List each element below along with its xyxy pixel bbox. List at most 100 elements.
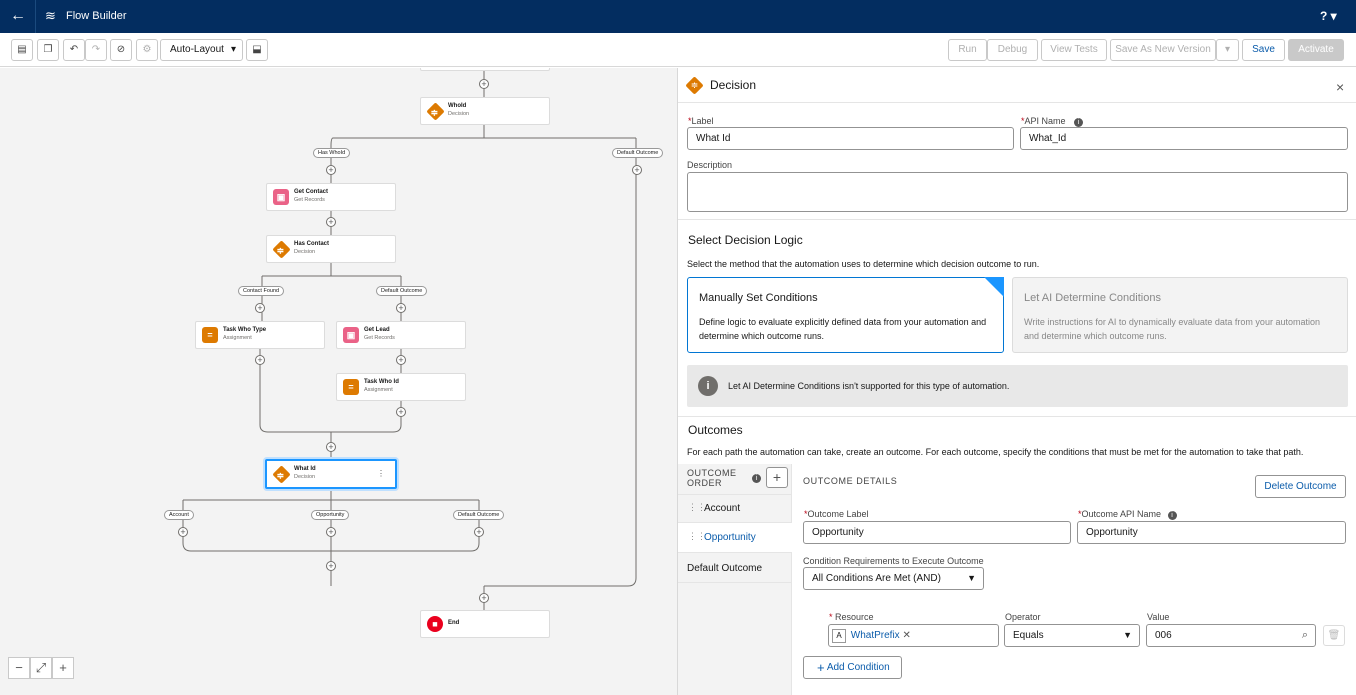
branch-label: Opportunity — [311, 510, 350, 520]
add-element-button[interactable]: + — [326, 165, 336, 175]
value-input[interactable]: 006 ⌕ — [1146, 624, 1316, 647]
outcome-order-list: OUTCOME ORDER i + ⋮⋮ Account ⋮⋮ Opportun… — [678, 464, 792, 695]
add-element-button[interactable]: + — [632, 165, 642, 175]
lock-button[interactable]: ⬓ — [246, 39, 268, 61]
copy-button[interactable]: ❐ — [37, 39, 59, 61]
node-name: What Id — [294, 466, 316, 472]
delete-condition-button[interactable]: 🗑 — [1323, 625, 1345, 646]
info-icon: i — [752, 474, 761, 483]
save-as-new-version-button[interactable]: Save As New Version — [1110, 39, 1216, 61]
zoom-out-button[interactable]: − — [8, 657, 30, 679]
flow-node-selected[interactable]: ≑ What Id Decision ⋮ — [265, 459, 397, 489]
copy-icon: ❐ — [43, 44, 53, 55]
add-element-button[interactable]: + — [396, 303, 406, 313]
flow-node[interactable]: = Task Who Id Assignment — [336, 373, 466, 401]
fit-view-button[interactable]: ⤢ — [30, 657, 52, 679]
flow-node-end[interactable]: ■ End — [420, 610, 550, 638]
minus-icon: − — [15, 660, 23, 675]
add-element-button[interactable]: + — [479, 593, 489, 603]
flow-node[interactable]: ▣ Get Lead Get Records — [336, 321, 466, 349]
outcomes-description: For each path the automation can take, c… — [687, 447, 1304, 457]
outcome-item-label: Account — [704, 503, 741, 514]
add-element-button[interactable]: + — [396, 407, 406, 417]
add-element-button[interactable]: + — [255, 355, 265, 365]
add-element-button[interactable]: + — [326, 561, 336, 571]
outcome-api-name-input[interactable]: Opportunity — [1077, 521, 1346, 544]
zoom-in-button[interactable]: + — [52, 657, 74, 679]
value-text: 006 — [1155, 630, 1172, 641]
add-element-button[interactable]: + — [178, 527, 188, 537]
node-type: Get Records — [364, 335, 395, 341]
description-textarea[interactable] — [687, 172, 1348, 212]
outcome-label-input[interactable]: Opportunity — [803, 521, 1071, 544]
assignment-icon: = — [202, 327, 218, 343]
close-icon[interactable]: × — [1336, 79, 1344, 95]
add-element-button[interactable]: + — [326, 527, 336, 537]
ai-notice-banner: i Let AI Determine Conditions isn't supp… — [687, 365, 1348, 407]
lock-icon: ⬓ — [252, 44, 262, 55]
add-outcome-button[interactable]: + — [766, 467, 788, 488]
ai-card-title: Let AI Determine Conditions — [1024, 292, 1161, 304]
save-button[interactable]: Save — [1242, 39, 1285, 61]
add-element-button[interactable]: + — [326, 442, 336, 452]
flow-node[interactable]: = Task Who Type Assignment — [195, 321, 325, 349]
delete-outcome-button[interactable]: Delete Outcome — [1255, 475, 1346, 498]
undo-button[interactable]: ↶ — [63, 39, 85, 61]
node-type: Assignment — [364, 387, 393, 393]
operator-label: Operator — [1005, 612, 1041, 622]
more-actions-icon[interactable]: ⋮ — [377, 469, 385, 478]
add-element-button[interactable]: + — [326, 217, 336, 227]
flow-node[interactable]: ≑ Has Contact Decision — [266, 235, 396, 263]
back-arrow-icon[interactable]: ← — [8, 6, 28, 26]
help-menu-button[interactable]: ? ▾ — [1320, 9, 1337, 23]
ai-card-description: Write instructions for AI to dynamically… — [1024, 317, 1320, 341]
layout-select-value: Auto-Layout — [170, 44, 224, 55]
toggle-toolbox-button[interactable]: ▤ — [11, 39, 33, 61]
node-type: Decision — [294, 249, 316, 255]
node-name: Task Who Type — [223, 327, 267, 333]
node-name: Get Lead — [364, 327, 390, 333]
layout-select[interactable]: Auto-Layout ▾ — [160, 39, 243, 61]
manual-card-description: Define logic to evaluate explicitly defi… — [699, 317, 987, 341]
debug-button[interactable]: Debug — [987, 39, 1038, 61]
flow-node[interactable]: ▣ Get Contact Get Records — [266, 183, 396, 211]
add-condition-button[interactable]: + Add Condition — [803, 656, 902, 679]
outcome-order-heading: OUTCOME ORDER — [687, 468, 737, 488]
outcome-item-default[interactable]: Default Outcome — [678, 553, 792, 583]
decision-icon: ≑ — [272, 465, 291, 484]
add-element-button[interactable]: + — [255, 303, 265, 313]
chevron-down-icon: ▾ — [1224, 44, 1231, 55]
branch-label: Default Outcome — [376, 286, 428, 296]
node-type: Assignment — [223, 335, 252, 341]
sidebar-icon: ▤ — [17, 44, 27, 55]
manual-conditions-card[interactable]: Manually Set Conditions Define logic to … — [687, 277, 1004, 353]
outcome-item-opportunity[interactable]: ⋮⋮ Opportunity — [678, 523, 792, 553]
add-element-button[interactable]: + — [479, 79, 489, 89]
api-name-input[interactable]: What_Id — [1020, 127, 1348, 150]
run-button[interactable]: Run — [948, 39, 987, 61]
redo-button[interactable]: ↷ — [85, 39, 107, 61]
label-input[interactable]: What Id — [687, 127, 1014, 150]
view-tests-button[interactable]: View Tests — [1041, 39, 1107, 61]
end-icon: ■ — [427, 616, 443, 632]
flow-node[interactable]: ≑ WhoId Decision — [420, 97, 550, 125]
add-element-button[interactable]: + — [396, 355, 406, 365]
condition-requirements-select[interactable]: All Conditions Are Met (AND) ▼ — [803, 567, 984, 590]
resource-input[interactable]: A WhatPrefix ✕ — [828, 624, 999, 647]
node-type: Decision — [294, 474, 316, 480]
resource-pill[interactable]: WhatPrefix ✕ — [851, 630, 911, 641]
settings-button[interactable]: ⚙ — [136, 39, 158, 61]
flow-node-top[interactable] — [420, 68, 550, 71]
flow-canvas[interactable]: + ≑ WhoId Decision Has WhoId Default Out… — [0, 68, 677, 695]
errors-button[interactable]: ⊘ — [110, 39, 132, 61]
add-element-button[interactable]: + — [474, 527, 484, 537]
outcome-item-account[interactable]: ⋮⋮ Account — [678, 494, 792, 523]
node-type: Decision — [448, 111, 470, 117]
gear-icon: ⚙ — [142, 44, 152, 55]
node-name: WhoId — [448, 103, 467, 109]
operator-select[interactable]: Equals ▼ — [1004, 624, 1140, 647]
builder-toolbar: ▤ ❐ ↶ ↷ ⊘ ⚙ Auto-Layout ▾ ⬓ Run Debug Vie… — [0, 33, 1356, 67]
save-menu-button[interactable]: ▾ — [1216, 39, 1239, 61]
info-icon: i — [1074, 118, 1084, 127]
activate-button[interactable]: Activate — [1288, 39, 1344, 61]
